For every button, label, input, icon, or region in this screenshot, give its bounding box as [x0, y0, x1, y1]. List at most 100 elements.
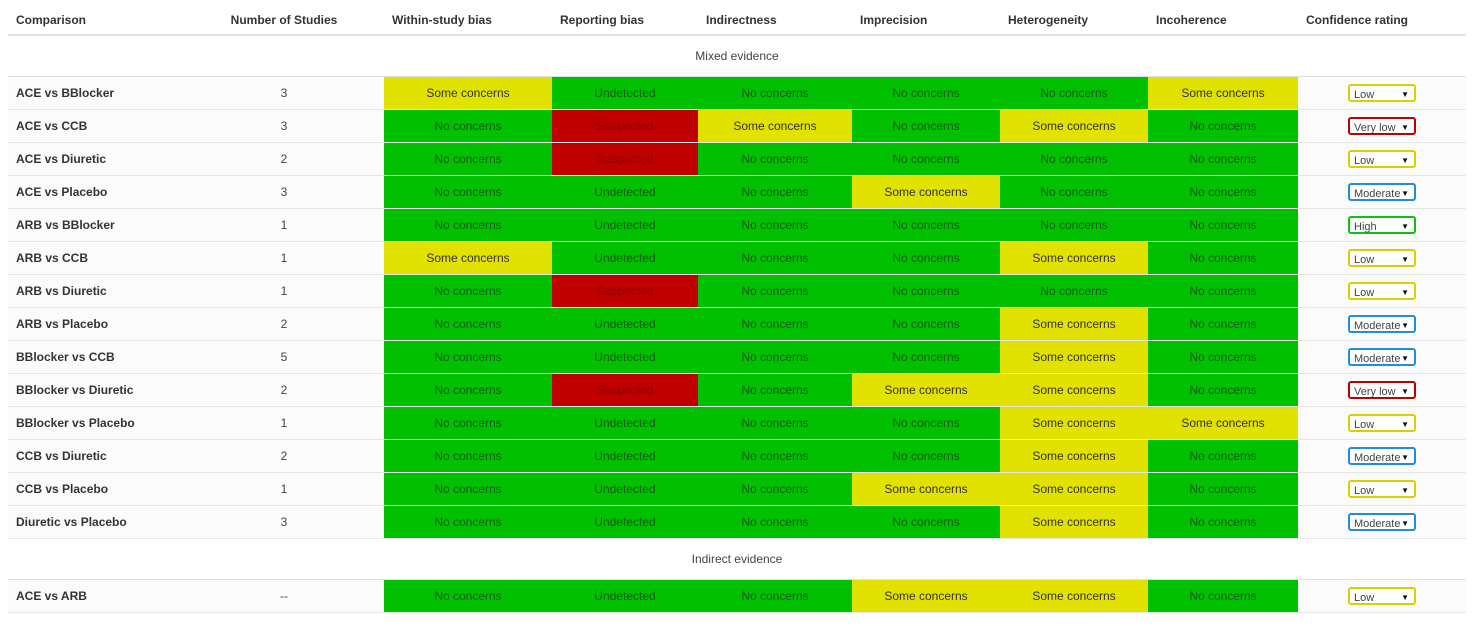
confidence-rating-select[interactable]: Low ▼	[1348, 480, 1416, 498]
header-number-of-studies: Number of Studies	[184, 6, 384, 36]
indirectness-cell: No concerns	[698, 76, 852, 110]
number-of-studies-cell: --	[184, 579, 384, 613]
incoherence-cell: No concerns	[1148, 109, 1298, 143]
incoherence-cell: No concerns	[1148, 241, 1298, 275]
confidence-rating-select[interactable]: Low ▼	[1348, 249, 1416, 267]
confidence-rating-select[interactable]: Low ▼	[1348, 84, 1416, 102]
table-row: ACE vs Placebo 3 No concerns Undetected No c…	[8, 175, 1466, 209]
header-row: Comparison Number of Studies Within-stud…	[8, 6, 1466, 36]
reporting-bias-cell: Suspected	[552, 142, 698, 176]
reporting-bias-cell: Undetected	[552, 505, 698, 539]
cinema-table-container: Comparison Number of Studies Within-stud…	[8, 6, 1466, 613]
triangle-down-icon: ▼	[1401, 453, 1409, 462]
confidence-rating-select[interactable]: Low ▼	[1348, 150, 1416, 168]
within-study-bias-cell: Some concerns	[384, 76, 552, 110]
triangle-down-icon: ▼	[1401, 222, 1409, 231]
incoherence-cell: No concerns	[1148, 274, 1298, 308]
indirectness-cell: No concerns	[698, 340, 852, 374]
confidence-rating-select[interactable]: Moderate ▼	[1348, 447, 1416, 465]
triangle-down-icon: ▼	[1401, 420, 1409, 429]
comparison-cell: ACE vs CCB	[8, 109, 184, 143]
imprecision-cell: Some concerns	[852, 472, 1000, 506]
header-reporting-bias: Reporting bias	[552, 6, 698, 36]
header-confidence-rating: Confidence rating	[1298, 6, 1466, 36]
comparison-cell: ARB vs BBlocker	[8, 208, 184, 242]
confidence-rating-select[interactable]: Low ▼	[1348, 587, 1416, 605]
confidence-rating-value: Moderate	[1354, 188, 1401, 200]
triangle-down-icon: ▼	[1401, 123, 1409, 132]
within-study-bias-cell: No concerns	[384, 472, 552, 506]
reporting-bias-cell: Undetected	[552, 175, 698, 209]
confidence-rating-value: Moderate	[1354, 320, 1401, 332]
confidence-rating-cell: Low ▼	[1298, 579, 1466, 613]
indirectness-cell: No concerns	[698, 505, 852, 539]
header-heterogeneity: Heterogeneity	[1000, 6, 1148, 36]
indirectness-cell: No concerns	[698, 241, 852, 275]
confidence-rating-select[interactable]: Very low ▼	[1348, 117, 1416, 135]
confidence-rating-cell: Moderate ▼	[1298, 505, 1466, 539]
reporting-bias-cell: Undetected	[552, 340, 698, 374]
indirectness-cell: No concerns	[698, 208, 852, 242]
comparison-cell: ARB vs Diuretic	[8, 274, 184, 308]
comparison-cell: ACE vs Placebo	[8, 175, 184, 209]
table-row: BBlocker vs Diuretic 2 No concerns Suspecte…	[8, 373, 1466, 407]
confidence-rating-value: Moderate	[1354, 452, 1401, 464]
table-row: ARB vs Diuretic 1 No concerns Suspected No c…	[8, 274, 1466, 308]
heterogeneity-cell: No concerns	[1000, 175, 1148, 209]
table-row: BBlocker vs Placebo 1 No concerns Undetecte…	[8, 406, 1466, 440]
within-study-bias-cell: No concerns	[384, 307, 552, 341]
number-of-studies-cell: 1	[184, 241, 384, 275]
reporting-bias-cell: Undetected	[552, 208, 698, 242]
heterogeneity-cell: Some concerns	[1000, 439, 1148, 473]
confidence-rating-cell: High ▼	[1298, 208, 1466, 242]
triangle-down-icon: ▼	[1401, 90, 1409, 99]
imprecision-cell: No concerns	[852, 340, 1000, 374]
indirectness-cell: No concerns	[698, 439, 852, 473]
confidence-rating-select[interactable]: Moderate ▼	[1348, 183, 1416, 201]
number-of-studies-cell: 3	[184, 109, 384, 143]
table-row: ARB vs CCB 1 Some concerns Undetected No con…	[8, 241, 1466, 275]
comparison-cell: ACE vs Diuretic	[8, 142, 184, 176]
confidence-rating-select[interactable]: Moderate ▼	[1348, 348, 1416, 366]
triangle-down-icon: ▼	[1401, 354, 1409, 363]
triangle-down-icon: ▼	[1401, 189, 1409, 198]
within-study-bias-cell: Some concerns	[384, 241, 552, 275]
incoherence-cell: No concerns	[1148, 175, 1298, 209]
comparison-cell: ACE vs BBlocker	[8, 76, 184, 110]
number-of-studies-cell: 2	[184, 439, 384, 473]
reporting-bias-cell: Undetected	[552, 406, 698, 440]
indirectness-cell: No concerns	[698, 274, 852, 308]
confidence-rating-select[interactable]: Moderate ▼	[1348, 315, 1416, 333]
indirectness-cell: No concerns	[698, 406, 852, 440]
indirectness-cell: No concerns	[698, 142, 852, 176]
confidence-rating-select[interactable]: Low ▼	[1348, 282, 1416, 300]
comparison-cell: ACE vs ARB	[8, 579, 184, 613]
indirectness-cell: No concerns	[698, 307, 852, 341]
table-row: ARB vs Placebo 2 No concerns Undetected No c…	[8, 307, 1466, 341]
heterogeneity-cell: Some concerns	[1000, 505, 1148, 539]
indirectness-cell: Some concerns	[698, 109, 852, 143]
confidence-rating-cell: Low ▼	[1298, 406, 1466, 440]
header-within-study-bias: Within-study bias	[384, 6, 552, 36]
incoherence-cell: No concerns	[1148, 340, 1298, 374]
confidence-rating-cell: Low ▼	[1298, 142, 1466, 176]
confidence-rating-select[interactable]: Very low ▼	[1348, 381, 1416, 399]
incoherence-cell: No concerns	[1148, 208, 1298, 242]
incoherence-cell: No concerns	[1148, 142, 1298, 176]
confidence-rating-select[interactable]: Moderate ▼	[1348, 513, 1416, 531]
imprecision-cell: No concerns	[852, 142, 1000, 176]
imprecision-cell: No concerns	[852, 505, 1000, 539]
heterogeneity-cell: No concerns	[1000, 76, 1148, 110]
indirectness-cell: No concerns	[698, 175, 852, 209]
heterogeneity-cell: Some concerns	[1000, 472, 1148, 506]
table-row: ACE vs CCB 3 No concerns Suspected Some conc…	[8, 109, 1466, 143]
triangle-down-icon: ▼	[1401, 519, 1409, 528]
confidence-rating-select[interactable]: High ▼	[1348, 216, 1416, 234]
confidence-rating-select[interactable]: Low ▼	[1348, 414, 1416, 432]
confidence-rating-value: Moderate	[1354, 518, 1401, 530]
incoherence-cell: No concerns	[1148, 579, 1298, 613]
number-of-studies-cell: 5	[184, 340, 384, 374]
heterogeneity-cell: No concerns	[1000, 274, 1148, 308]
incoherence-cell: Some concerns	[1148, 406, 1298, 440]
number-of-studies-cell: 2	[184, 373, 384, 407]
